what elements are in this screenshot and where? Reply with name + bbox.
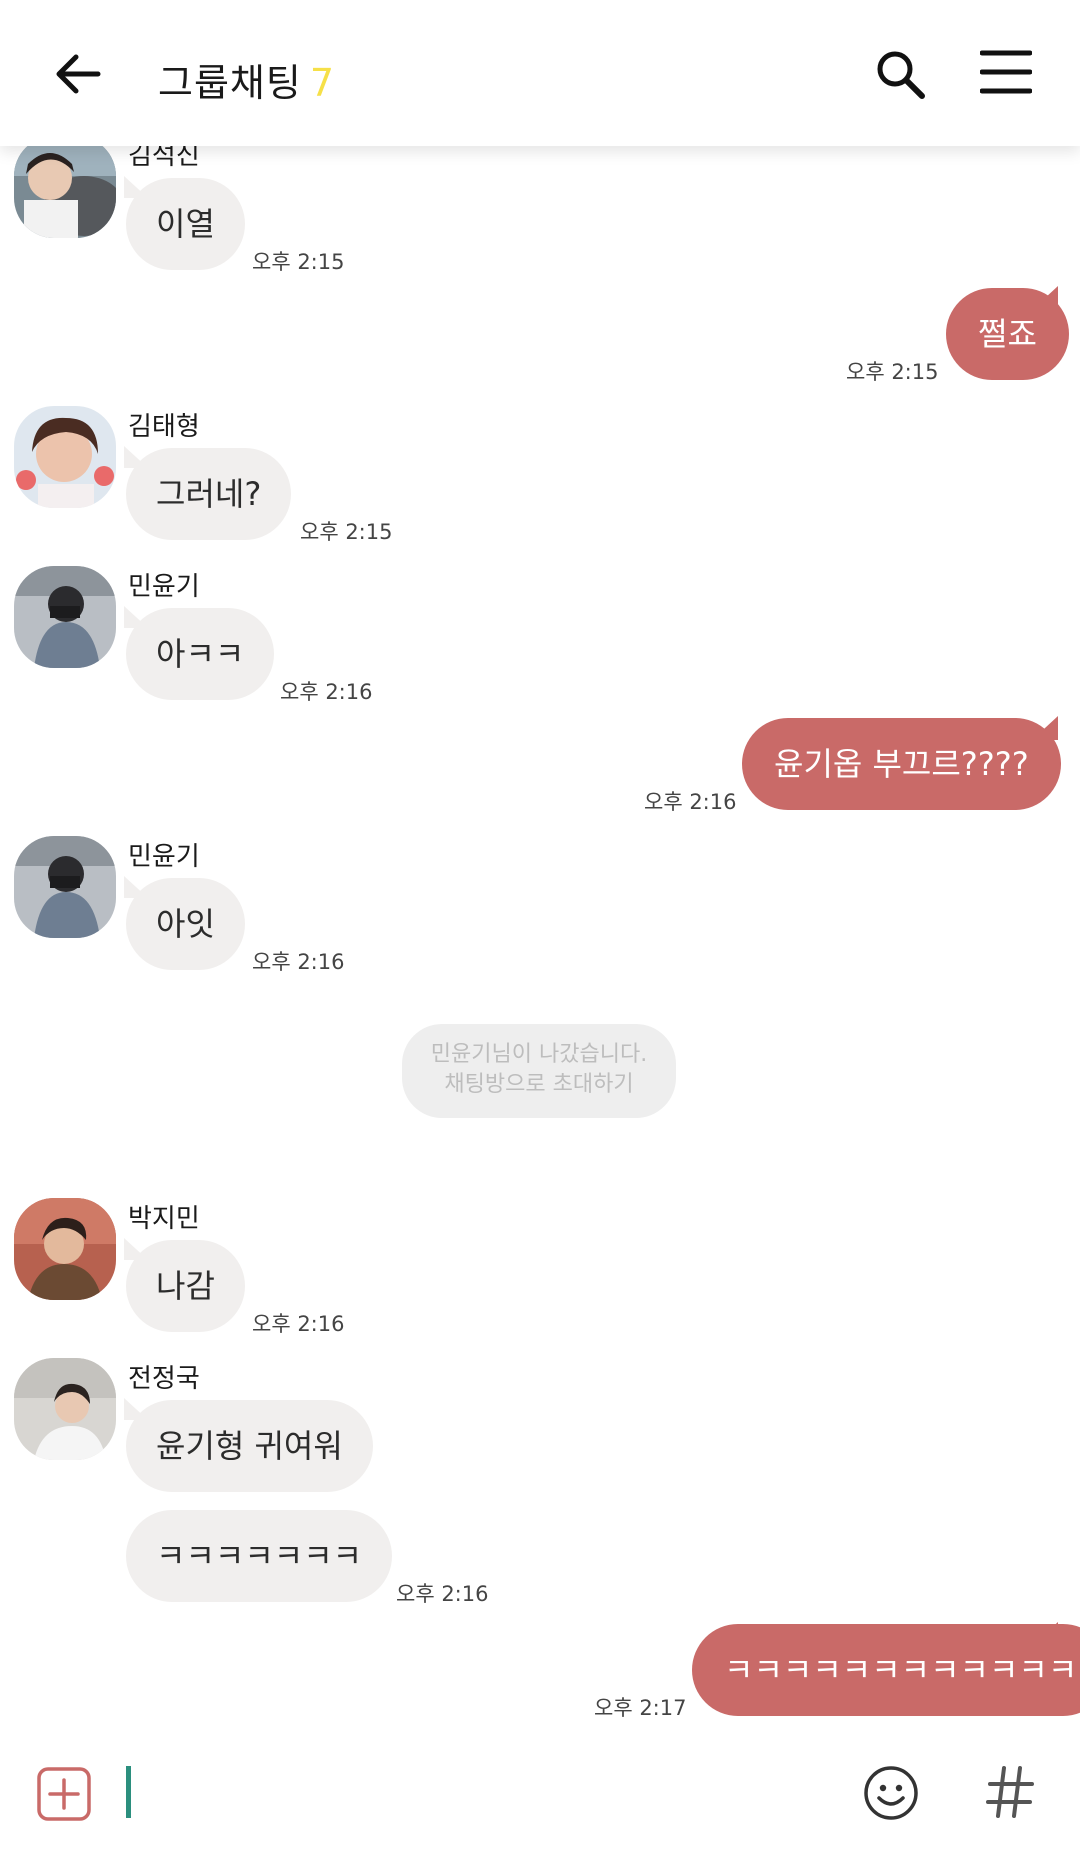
avatar[interactable] (14, 406, 116, 508)
chat-title-text: 그룹채팅 (158, 61, 302, 105)
message-text: ㅋㅋㅋㅋㅋㅋㅋ (156, 1537, 363, 1575)
message-text: 그러네? (156, 475, 262, 513)
avatar-photo (14, 566, 116, 668)
emoji-icon[interactable] (862, 1764, 920, 1822)
chat-title: 그룹채팅 7 (158, 52, 335, 107)
avatar[interactable] (14, 1358, 116, 1460)
message-time: 오후 2:16 (396, 1582, 489, 1606)
avatar-photo (14, 1198, 116, 1300)
message-text: 나감 (156, 1267, 215, 1305)
system-notice: 민윤기님이 나갔습니다. 채팅방으로 초대하기 (402, 1024, 676, 1118)
avatar-photo (14, 836, 116, 938)
message-bubble: 아ㅋㅋ (126, 608, 275, 700)
bubble-tail (124, 876, 148, 898)
my-message-bubble: 윤기옵 부끄르???? (742, 718, 1061, 810)
my-message-bubble: ㅋㅋㅋㅋㅋㅋㅋㅋㅋㅋㅋㅋ (692, 1624, 1080, 1716)
avatar[interactable] (14, 836, 116, 938)
message-input[interactable] (140, 1760, 824, 1824)
sender-name: 민윤기 (128, 842, 200, 872)
sender-name: 민윤기 (128, 572, 200, 602)
plus-icon[interactable] (36, 1766, 92, 1822)
text-cursor (126, 1766, 131, 1818)
bubble-tail (124, 606, 148, 628)
hashtag-icon[interactable] (984, 1762, 1036, 1822)
message-time: 오후 2:16 (644, 790, 737, 814)
message-time: 오후 2:16 (280, 680, 373, 704)
message-bubble: 그러네? (126, 448, 292, 540)
avatar-photo (14, 1358, 116, 1460)
bubble-tail (124, 446, 148, 468)
message-bubble: ㅋㅋㅋㅋㅋㅋㅋ (126, 1510, 393, 1602)
message-time: 오후 2:16 (252, 950, 345, 974)
message-text: ㅋㅋㅋㅋㅋㅋㅋㅋㅋㅋㅋㅋ (724, 1651, 1078, 1689)
message-text: 이열 (156, 205, 215, 243)
avatar-photo (14, 136, 116, 238)
message-text: 윤기형 귀여워 (156, 1427, 343, 1465)
search-icon[interactable] (872, 46, 928, 102)
bubble-tail (124, 1398, 148, 1420)
hamburger-menu-icon[interactable] (980, 48, 1032, 96)
sender-name: 전정국 (128, 1364, 200, 1394)
invite-to-chat-link[interactable]: 채팅방으로 초대하기 (402, 1070, 676, 1100)
sender-name: 박지민 (128, 1204, 200, 1234)
message-time: 오후 2:15 (252, 250, 345, 274)
avatar[interactable] (14, 566, 116, 668)
my-message-bubble: 쩔죠 (946, 288, 1069, 380)
avatar[interactable] (14, 136, 116, 238)
back-arrow-icon[interactable] (50, 46, 106, 102)
bubble-tail (124, 176, 148, 198)
chat-header: 그룹채팅 7 (0, 0, 1080, 146)
message-text: 쩔죠 (978, 315, 1037, 353)
message-bubble: 윤기형 귀여워 (126, 1400, 373, 1492)
message-input-bar (0, 1740, 1080, 1857)
message-time: 오후 2:15 (300, 520, 393, 544)
message-text: 아ㅋㅋ (156, 635, 245, 673)
avatar-photo (14, 406, 116, 508)
bubble-tail (124, 1238, 148, 1260)
message-time: 오후 2:15 (846, 360, 939, 384)
left-notice-text: 민윤기님이 나갔습니다. (430, 1042, 648, 1067)
message-text: 아잇 (156, 905, 215, 943)
avatar[interactable] (14, 1198, 116, 1300)
message-text: 윤기옵 부끄르???? (774, 745, 1029, 783)
sender-name: 김태형 (128, 412, 200, 442)
message-time: 오후 2:17 (594, 1696, 687, 1720)
member-count: 7 (309, 61, 336, 105)
message-time: 오후 2:16 (252, 1312, 345, 1336)
